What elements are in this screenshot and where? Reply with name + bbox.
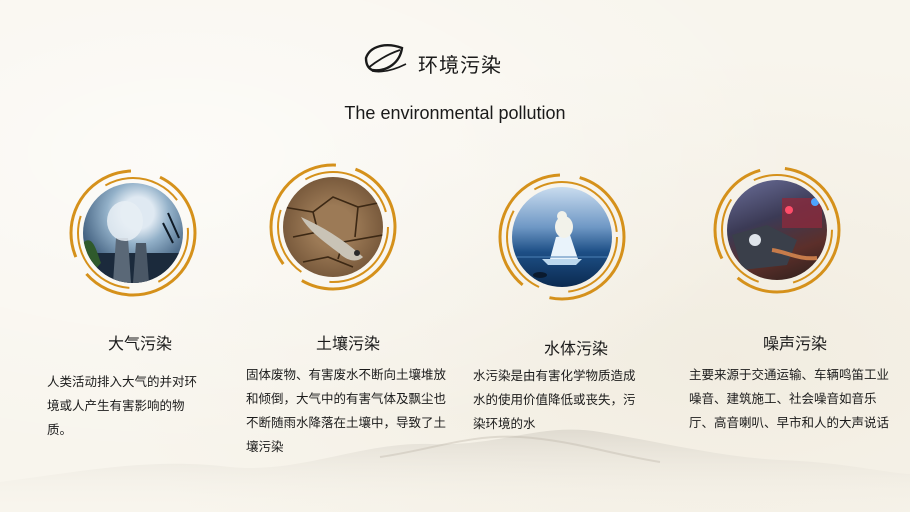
- card-description: 人类活动排入大气的并对环境或人产生有害影响的物质。: [47, 374, 198, 437]
- card-description: 水污染是由有害化学物质造成水的使用价值降低或丧失，污染环境的水: [473, 368, 636, 431]
- card-description: 固体废物、有害废水不断向土壤堆放和倾倒，大气中的有害气体及飘尘也不断随雨水降落在…: [246, 367, 447, 454]
- soil-pollution-dead-fish-cracked-earth-photo: [283, 177, 383, 277]
- card-description: 主要来源于交通运输、车辆鸣笛工业噪音、建筑施工、社会噪音如音乐厅、高音喇叭、早市…: [689, 367, 890, 430]
- card-title: 大气污染: [108, 334, 173, 353]
- page-subtitle: The environmental pollution: [344, 103, 566, 123]
- card-title: 水体污染: [544, 339, 609, 358]
- page-title: 环境污染: [418, 53, 502, 77]
- ring-frame: [68, 168, 198, 298]
- leaf-icon: [364, 44, 407, 73]
- ring-frame: [712, 165, 842, 295]
- card-title: 噪声污染: [763, 334, 828, 353]
- air-pollution-smokestack-photo: [83, 183, 183, 283]
- ring-frame: [497, 172, 627, 302]
- noise-pollution-car-crash-photo: [727, 180, 827, 280]
- ring-frame: [268, 162, 398, 292]
- water-pollution-polar-bear-ice-photo: [512, 187, 612, 287]
- title-block: 环境污染: [360, 40, 560, 80]
- card-title: 土壤污染: [316, 334, 381, 353]
